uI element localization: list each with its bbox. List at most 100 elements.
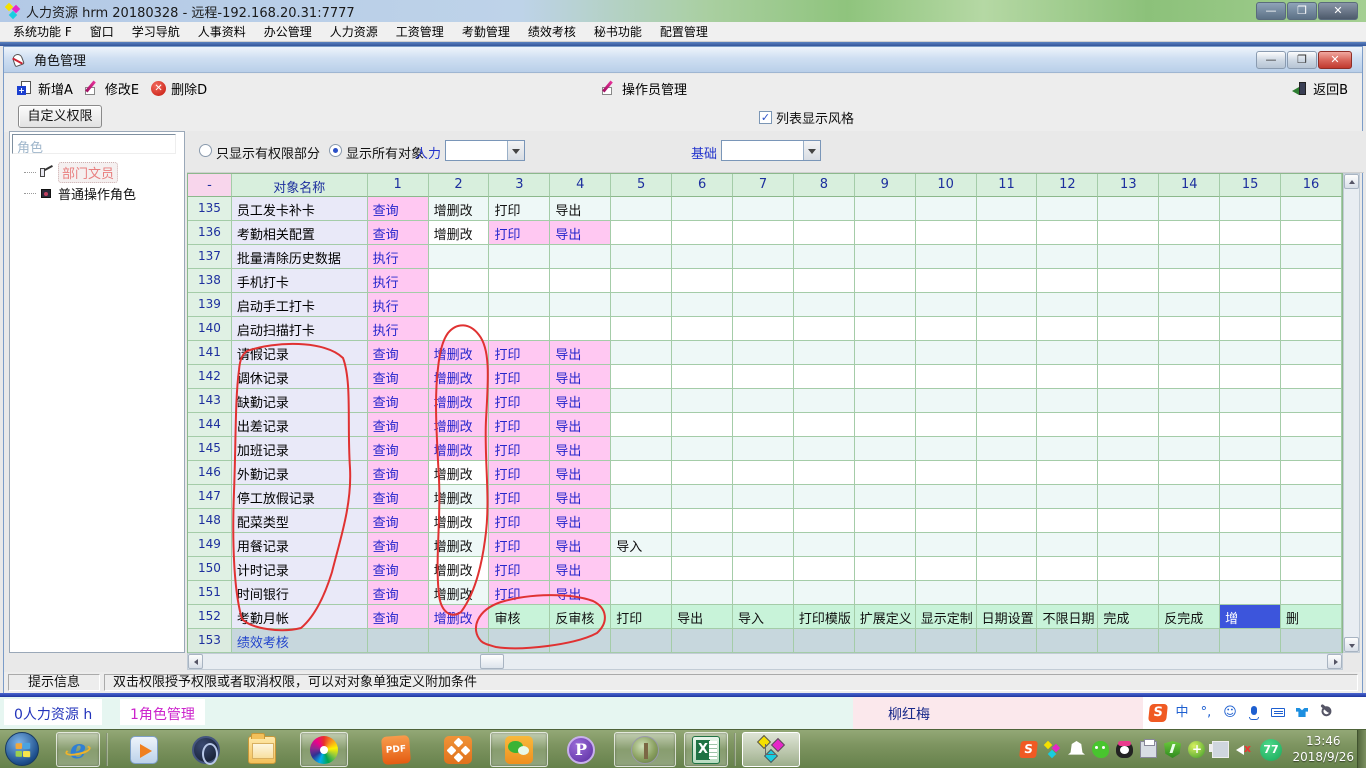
permission-cell-col7[interactable] [733,245,794,269]
show-desktop-button[interactable] [1357,730,1366,768]
permission-cell-col8[interactable] [794,557,855,581]
permission-cell-col1[interactable]: 查询 [368,509,429,533]
permission-cell-col15[interactable] [1220,293,1281,317]
permission-cell-col7[interactable] [733,629,794,653]
keyboard-icon[interactable] [1269,704,1287,722]
permission-cell-col10[interactable] [916,629,977,653]
permission-cell-col9[interactable] [855,533,916,557]
permission-cell-col1[interactable]: 查询 [368,365,429,389]
menu-item-3[interactable]: 学习导航 [123,21,189,42]
permission-cell-col16[interactable] [1281,269,1342,293]
permission-cell-col4[interactable]: 导出 [550,461,611,485]
ie-taskbar-button[interactable]: e [56,732,100,767]
permission-cell-col6[interactable] [672,557,733,581]
permission-cell-col12[interactable] [1037,509,1098,533]
permission-cell-col13[interactable] [1098,317,1159,341]
permission-cell-col9[interactable] [855,293,916,317]
permission-cell-col3[interactable]: 审核 [489,605,550,629]
permission-cell-col7[interactable] [733,437,794,461]
object-name-cell[interactable]: 考勤月帐 [232,605,368,629]
tree-item-label[interactable]: 部门文员 [58,162,118,183]
permission-cell-col8[interactable] [794,509,855,533]
permission-cell-col9[interactable]: 扩展定义 [855,605,916,629]
operator-management-button[interactable]: 操作员管理 [596,76,693,101]
permission-cell-col11[interactable] [977,389,1038,413]
permission-cell-col8[interactable]: 打印模版 [794,605,855,629]
permission-cell-col12[interactable] [1037,533,1098,557]
permission-cell-col4[interactable] [550,293,611,317]
permission-cell-col14[interactable] [1159,437,1220,461]
row-number-cell[interactable]: 149 [188,533,232,557]
permission-cell-col5[interactable] [611,485,672,509]
permission-cell-col5[interactable] [611,461,672,485]
permission-cell-col2[interactable]: 增删改 [429,533,490,557]
emoji-icon[interactable]: ☺ [1221,704,1239,722]
window-tab-hr[interactable]: 0人力资源 h [4,699,102,725]
permission-cell-col15[interactable] [1220,557,1281,581]
permission-cell-col15[interactable]: 增 [1220,605,1281,629]
permission-cell-col14[interactable] [1159,341,1220,365]
permission-cell-col8[interactable] [794,437,855,461]
permission-cell-col5[interactable]: 打印 [611,605,672,629]
permission-cell-col11[interactable]: 日期设置 [977,605,1038,629]
permission-cell-col3[interactable]: 打印 [489,461,550,485]
base-filter-dropdown[interactable] [721,140,821,161]
permission-cell-col10[interactable] [916,389,977,413]
permission-cell-col12[interactable] [1037,389,1098,413]
chevron-down-icon[interactable] [803,141,820,160]
permission-cell-col7[interactable] [733,557,794,581]
permission-cell-col8[interactable] [794,293,855,317]
permission-cell-col11[interactable] [977,293,1038,317]
permission-cell-col16[interactable] [1281,509,1342,533]
permission-cell-col1[interactable]: 执行 [368,269,429,293]
permission-cell-col8[interactable] [794,365,855,389]
scroll-left-arrow[interactable] [188,654,203,669]
permission-cell-col7[interactable] [733,509,794,533]
permission-cell-col7[interactable] [733,197,794,221]
permission-cell-col3[interactable]: 打印 [489,437,550,461]
permission-cell-col2[interactable]: 增删改 [429,485,490,509]
wechat-taskbar-button[interactable] [490,732,548,767]
permission-cell-col13[interactable] [1098,437,1159,461]
permission-cell-col6[interactable] [672,293,733,317]
minimize-button[interactable]: — [1256,2,1286,20]
permission-cell-col1[interactable]: 查询 [368,533,429,557]
permission-cell-col11[interactable] [977,341,1038,365]
object-name-cell[interactable]: 停工放假记录 [232,485,368,509]
permission-cell-col2[interactable] [429,317,490,341]
object-name-cell[interactable]: 请假记录 [232,341,368,365]
permission-cell-col10[interactable] [916,269,977,293]
permission-cell-col1[interactable] [368,629,429,653]
permission-cell-col1[interactable]: 查询 [368,605,429,629]
permission-cell-col5[interactable] [611,389,672,413]
permission-cell-col2[interactable]: 增删改 [429,461,490,485]
permission-cell-col7[interactable] [733,581,794,605]
permission-cell-col15[interactable] [1220,413,1281,437]
permission-cell-col8[interactable] [794,221,855,245]
permission-cell-col12[interactable] [1037,269,1098,293]
permission-cell-col1[interactable]: 查询 [368,197,429,221]
excel-taskbar-button[interactable] [684,732,728,767]
menu-item-8[interactable]: 考勤管理 [453,21,519,42]
permission-cell-col10[interactable] [916,221,977,245]
object-name-cell[interactable]: 批量清除历史数据 [232,245,368,269]
permission-cell-col10[interactable]: 显示定制 [916,605,977,629]
permission-cell-col4[interactable]: 导出 [550,509,611,533]
permission-cell-col6[interactable] [672,437,733,461]
permission-cell-col11[interactable] [977,317,1038,341]
permission-cell-col4[interactable] [550,629,611,653]
permission-cell-col10[interactable] [916,293,977,317]
menu-item-10[interactable]: 秘书功能 [585,21,651,42]
delete-button[interactable]: ✕ 删除D [145,76,213,101]
permission-cell-col7[interactable] [733,365,794,389]
permission-cell-col13[interactable] [1098,245,1159,269]
row-number-cell[interactable]: 140 [188,317,232,341]
permission-cell-col12[interactable] [1037,317,1098,341]
permission-cell-col2[interactable]: 增删改 [429,509,490,533]
permission-cell-col11[interactable] [977,269,1038,293]
hr-filter-dropdown[interactable] [445,140,525,161]
permission-cell-col4[interactable]: 导出 [550,197,611,221]
permission-cell-col10[interactable] [916,461,977,485]
permission-cell-col13[interactable] [1098,629,1159,653]
permission-cell-col11[interactable] [977,221,1038,245]
